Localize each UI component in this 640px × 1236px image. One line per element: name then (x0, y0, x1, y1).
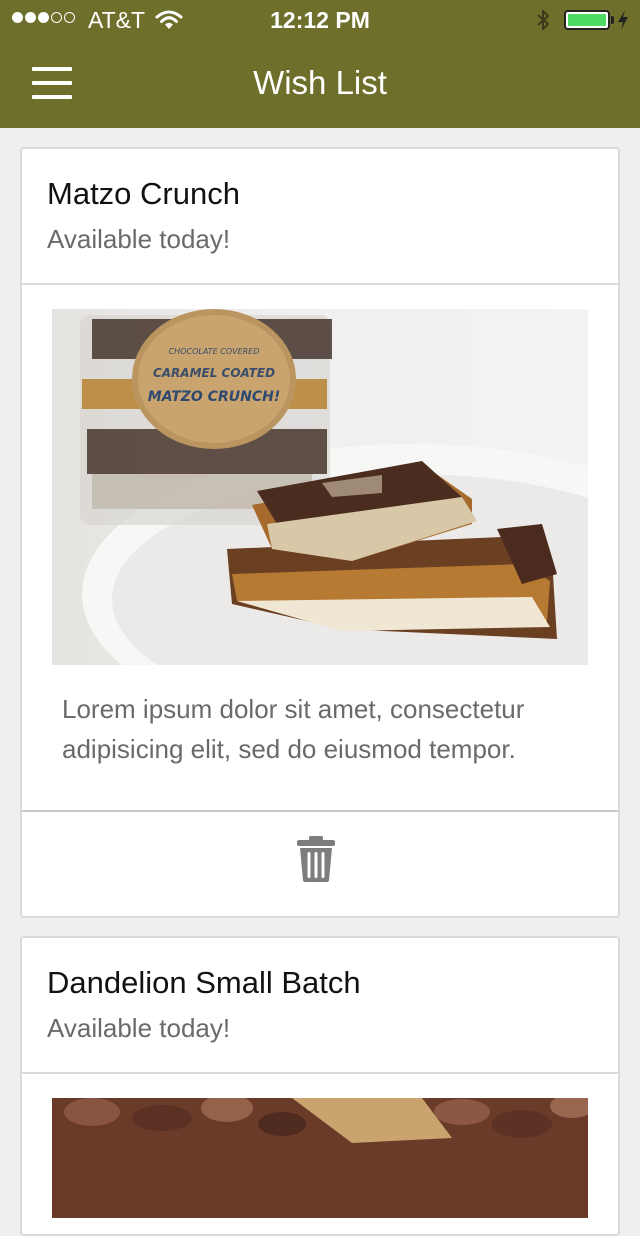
photo-label-line-3: MATZO CRUNCH! (148, 389, 280, 405)
item-title[interactable]: Dandelion Small Batch (47, 965, 361, 1001)
card-footer (22, 812, 618, 916)
product-photo[interactable]: CHOCOLATE COVERED CARAMEL COATED MATZO C… (52, 309, 588, 665)
battery-icon (564, 10, 610, 30)
availability-text: Available today! (47, 224, 231, 254)
nav-bar: Wish List (0, 40, 640, 128)
item-title[interactable]: Matzo Crunch (47, 176, 240, 212)
trash-icon[interactable] (296, 836, 336, 882)
card-header: Dandelion Small Batch Available today! (22, 938, 618, 1074)
photo-label-line-1: CHOCOLATE COVERED (169, 347, 260, 356)
card-header: Matzo Crunch Available today! (22, 149, 618, 285)
photo-label-line-2: CARAMEL COATED (153, 366, 275, 380)
battery-level (568, 14, 606, 26)
page-title: Wish List (253, 64, 387, 101)
card-body (22, 1074, 618, 1234)
product-photo[interactable] (52, 1098, 588, 1218)
item-description: Lorem ipsum dolor sit amet, consectetur … (62, 694, 525, 764)
battery-tip (611, 16, 614, 24)
card-body: CHOCOLATE COVERED CARAMEL COATED MATZO C… (22, 285, 618, 812)
bluetooth-icon (537, 10, 549, 30)
wish-item-card: Matzo Crunch Available today! CHOCOLATE … (20, 147, 620, 918)
charging-icon (618, 10, 628, 30)
status-bar: AT&T 12:12 PM (0, 0, 640, 40)
wish-item-card: Dandelion Small Batch Available today! (20, 936, 620, 1236)
availability-text: Available today! (47, 1013, 231, 1043)
